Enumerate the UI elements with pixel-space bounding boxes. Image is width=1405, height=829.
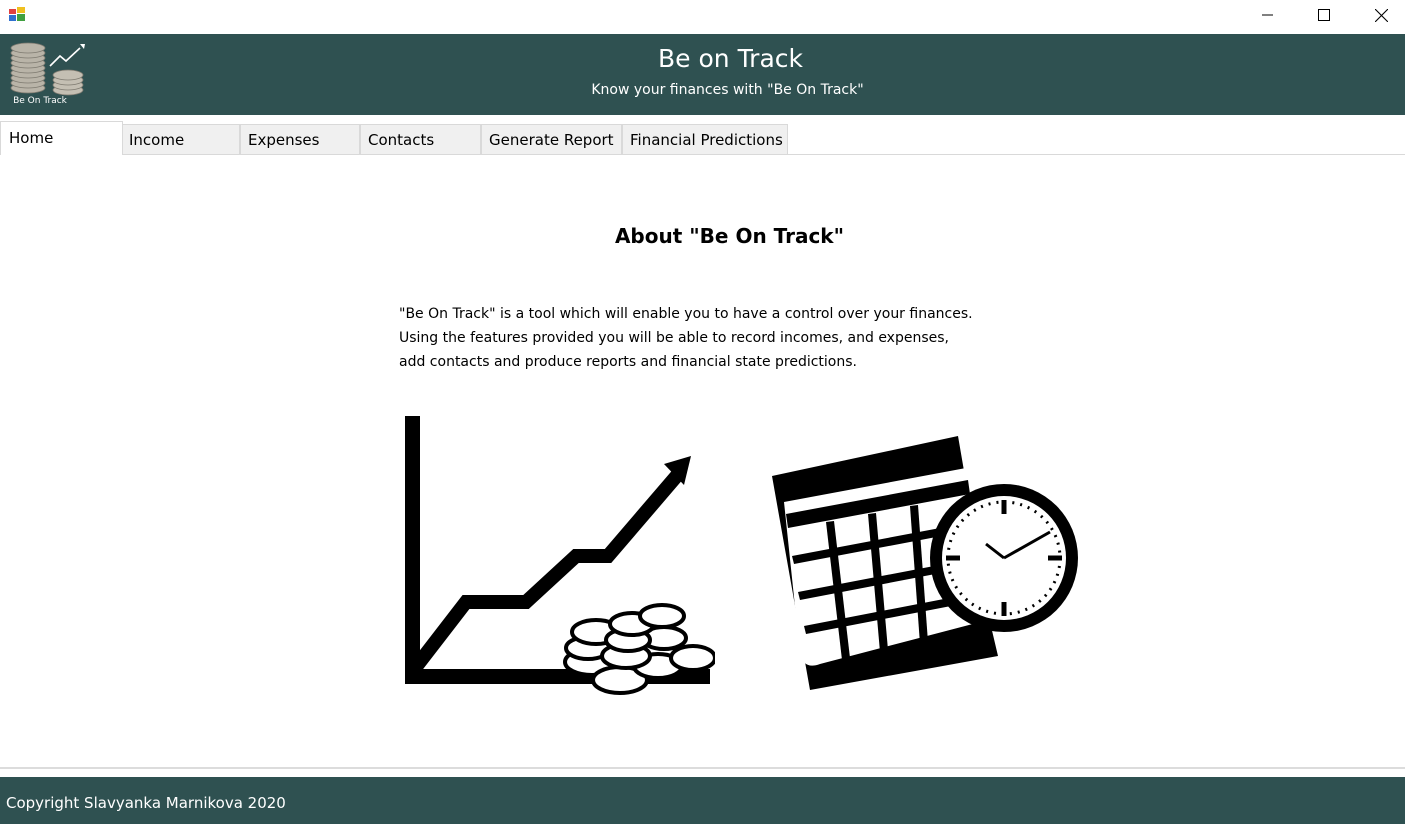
minimize-icon xyxy=(1262,14,1273,16)
about-description: "Be On Track" is a tool which will enabl… xyxy=(399,302,1059,374)
calendar-with-clock-icon xyxy=(772,436,1078,690)
growth-chart-with-coins-icon xyxy=(405,416,715,695)
maximize-button[interactable] xyxy=(1296,0,1352,30)
footer: Copyright Slavyanka Marnikova 2020 xyxy=(0,777,1405,824)
tab-generate-report[interactable]: Generate Report xyxy=(481,124,622,154)
description-line: add contacts and produce reports and fin… xyxy=(399,354,857,370)
tab-home[interactable]: Home xyxy=(0,121,123,155)
tab-financial-predictions[interactable]: Financial Predictions xyxy=(622,124,788,154)
maximize-icon xyxy=(1318,9,1330,21)
tab-expenses[interactable]: Expenses xyxy=(240,124,360,154)
app-window-icon xyxy=(9,7,25,21)
tab-contacts[interactable]: Contacts xyxy=(360,124,481,154)
about-heading: About "Be On Track" xyxy=(614,224,845,248)
copyright-text: Copyright Slavyanka Marnikova 2020 xyxy=(6,794,286,812)
footer-divider xyxy=(0,767,1405,769)
tab-strip: Home Income Expenses Contacts Generate R… xyxy=(0,115,1405,155)
window-title-bar xyxy=(0,0,1405,34)
app-header: Be On Track Be on Track Know your financ… xyxy=(0,34,1405,115)
minimize-button[interactable] xyxy=(1240,0,1296,30)
app-title: Be on Track xyxy=(658,44,803,73)
description-line: Using the features provided you will be … xyxy=(399,330,949,346)
description-line: "Be On Track" is a tool which will enabl… xyxy=(399,306,973,322)
close-button[interactable] xyxy=(1353,0,1405,30)
app-subtitle: Know your finances with "Be On Track" xyxy=(591,82,864,98)
tab-income[interactable]: Income xyxy=(121,124,240,154)
close-icon xyxy=(1374,8,1388,22)
